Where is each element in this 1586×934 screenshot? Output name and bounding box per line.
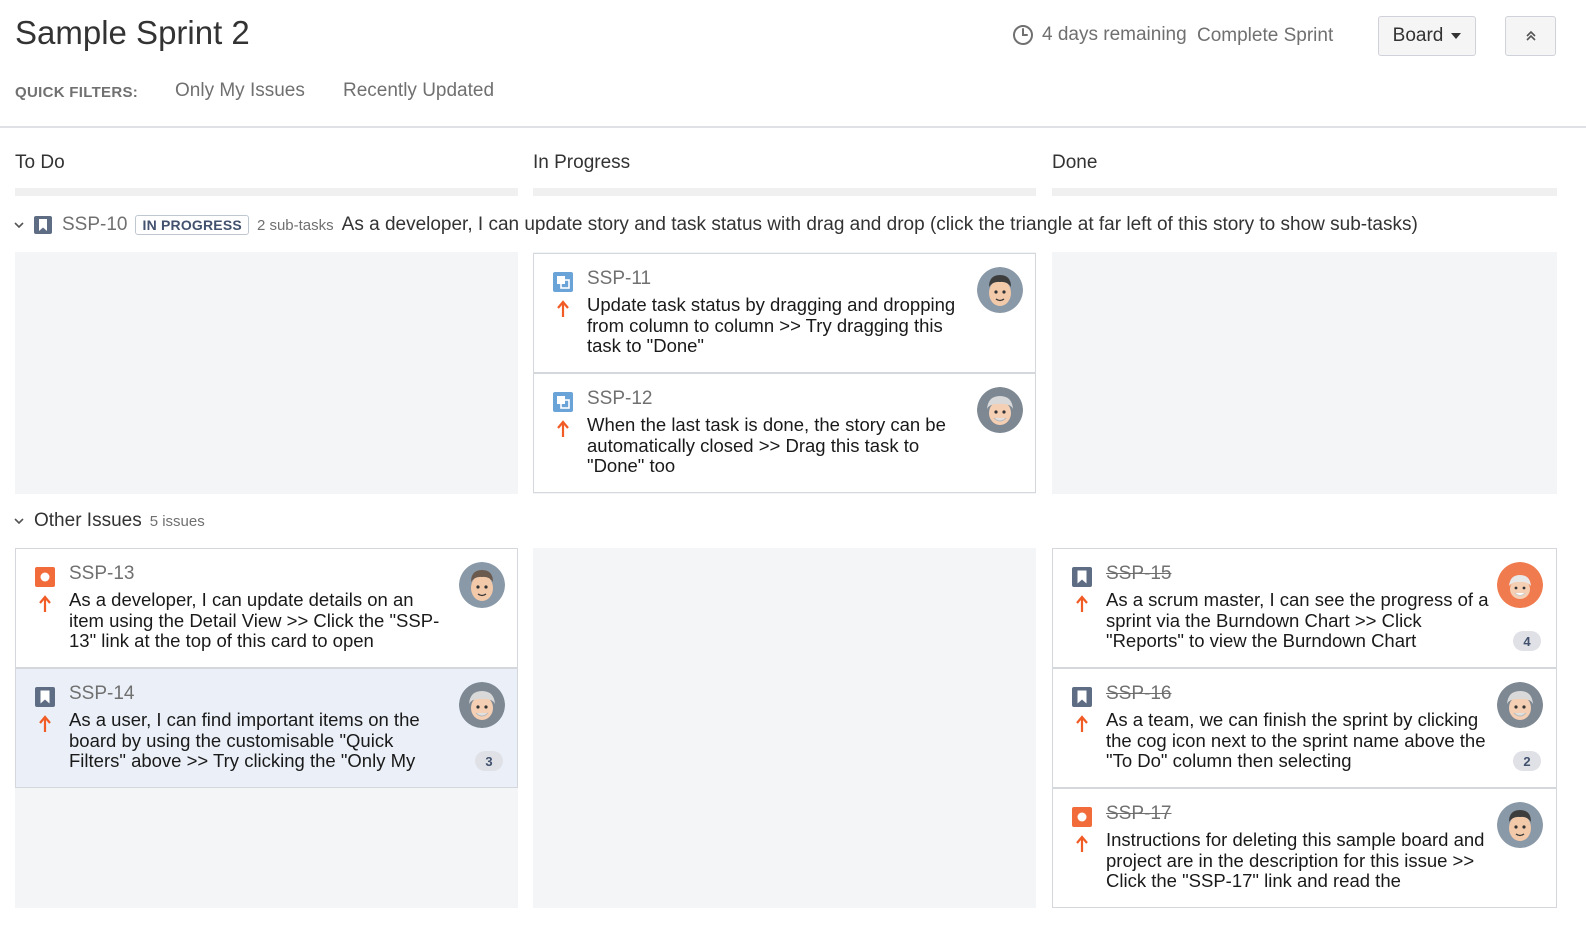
issue-key[interactable]: SSP-14: [69, 683, 134, 705]
board-header: Sample Sprint 2 4 days remaining Complet…: [0, 0, 1586, 128]
column-bar-in-progress: [533, 188, 1036, 196]
priority-high-icon: [1076, 715, 1088, 732]
issue-summary: As a scrum master, I can see the progres…: [1106, 590, 1489, 651]
assignee-avatar[interactable]: [459, 682, 505, 728]
story-icon: [1072, 567, 1092, 587]
clock-icon: [1013, 25, 1033, 45]
swimlane-done-cell[interactable]: [1052, 252, 1557, 494]
story-icon: [35, 687, 55, 707]
issue-card[interactable]: SSP-16 As a team, we can finish the spri…: [1052, 668, 1557, 788]
quick-filters-label: QUICK FILTERS:: [15, 84, 139, 101]
other-in-progress-cell[interactable]: [533, 548, 1036, 908]
priority-high-icon: [1076, 835, 1088, 852]
double-chevron-up-icon: [1525, 30, 1536, 41]
days-remaining: 4 days remaining: [1012, 24, 1187, 46]
subtask-count-badge: 3: [475, 751, 503, 771]
days-remaining-text: 4 days remaining: [1042, 24, 1187, 45]
issue-card[interactable]: SSP-17 Instructions for deleting this sa…: [1052, 788, 1557, 908]
priority-high-icon: [1076, 595, 1088, 612]
subtask-icon: [553, 392, 573, 412]
swimlane-summary: As a developer, I can update story and t…: [341, 214, 1418, 235]
other-issues-header[interactable]: Other Issues 5 issues: [12, 509, 205, 533]
status-badge: IN PROGRESS: [135, 215, 249, 235]
complete-sprint-link[interactable]: Complete Sprint: [1197, 25, 1333, 47]
quick-filter-recently-updated[interactable]: Recently Updated: [343, 80, 494, 102]
chevron-down-icon[interactable]: [12, 514, 26, 528]
issue-card[interactable]: SSP-15 As a scrum master, I can see the …: [1052, 548, 1557, 668]
swimlane-issue-key[interactable]: SSP-10: [62, 214, 127, 236]
swimlane-header[interactable]: SSP-10 IN PROGRESS 2 sub-tasks As a deve…: [12, 212, 1418, 238]
issue-card[interactable]: SSP-11 Update task status by dragging an…: [533, 253, 1036, 373]
priority-high-icon: [39, 595, 51, 612]
subtask-count: 2 sub-tasks: [256, 216, 334, 234]
issue-summary: Update task status by dragging and dropp…: [587, 295, 956, 356]
issue-card[interactable]: SSP-12 When the last task is done, the s…: [533, 373, 1036, 493]
sprint-title: Sample Sprint 2: [15, 14, 250, 51]
priority-high-icon: [39, 715, 51, 732]
issue-key[interactable]: SSP-12: [587, 388, 652, 410]
assignee-avatar[interactable]: [459, 562, 505, 608]
priority-high-icon: [557, 300, 569, 317]
quick-filter-only-my-issues[interactable]: Only My Issues: [175, 80, 305, 102]
issue-card[interactable]: SSP-13 As a developer, I can update deta…: [15, 548, 518, 668]
assignee-avatar[interactable]: [977, 387, 1023, 433]
issue-summary: As a user, I can find important items on…: [69, 710, 420, 771]
assignee-avatar[interactable]: [1497, 802, 1543, 848]
issue-summary: Instructions for deleting this sample bo…: [1106, 830, 1485, 891]
story-icon: [34, 216, 52, 234]
collapse-header-button[interactable]: [1505, 16, 1556, 56]
subtask-icon: [553, 272, 573, 292]
column-bar-done: [1052, 188, 1557, 196]
assignee-avatar[interactable]: [1497, 562, 1543, 608]
bug-icon: [1072, 807, 1092, 827]
board-dropdown-label: Board: [1392, 25, 1444, 46]
issue-key[interactable]: SSP-16: [1106, 683, 1171, 705]
other-issues-count: 5 issues: [149, 512, 205, 530]
assignee-avatar[interactable]: [977, 267, 1023, 313]
issue-key[interactable]: SSP-13: [69, 563, 134, 585]
chevron-down-icon[interactable]: [12, 218, 26, 232]
issue-summary: As a developer, I can update details on …: [69, 590, 440, 651]
other-issues-title: Other Issues: [34, 510, 142, 531]
bug-icon: [35, 567, 55, 587]
issue-summary: As a team, we can finish the sprint by c…: [1106, 710, 1486, 771]
issue-key[interactable]: SSP-11: [587, 268, 651, 290]
issue-summary: When the last task is done, the story ca…: [587, 415, 946, 476]
subtask-count-badge: 4: [1513, 631, 1541, 651]
assignee-avatar[interactable]: [1497, 682, 1543, 728]
swimlane-todo-cell[interactable]: [15, 252, 518, 494]
issue-key[interactable]: SSP-17: [1106, 803, 1171, 825]
issue-card-selected[interactable]: SSP-14 As a user, I can find important i…: [15, 668, 518, 788]
story-icon: [1072, 687, 1092, 707]
column-header-in-progress: In Progress: [533, 152, 631, 173]
board-dropdown-button[interactable]: Board: [1378, 16, 1476, 56]
issue-key[interactable]: SSP-15: [1106, 563, 1171, 585]
column-header-todo: To Do: [15, 152, 65, 173]
column-header-done: Done: [1052, 152, 1098, 173]
column-bar-todo: [15, 188, 518, 196]
caret-down-icon: [1451, 33, 1462, 39]
subtask-count-badge: 2: [1513, 751, 1541, 771]
priority-high-icon: [557, 420, 569, 437]
